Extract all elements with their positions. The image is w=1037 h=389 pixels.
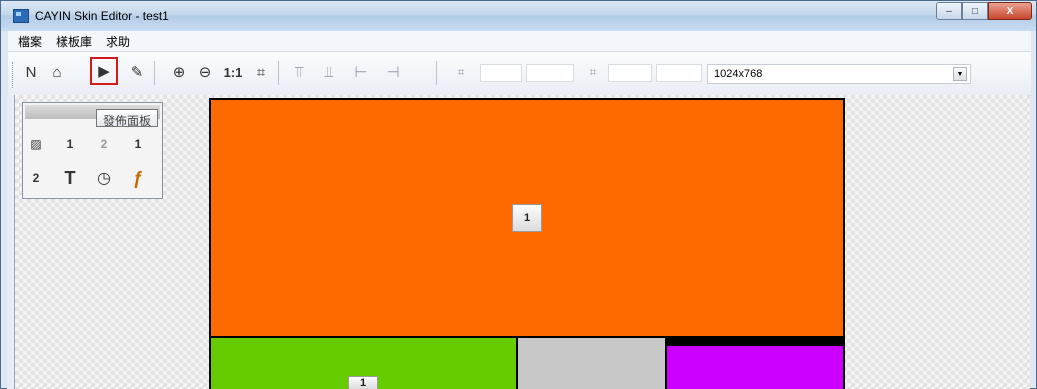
minimize-button[interactable]: – bbox=[936, 2, 962, 20]
align-top-icon[interactable]: ⫪ bbox=[288, 61, 310, 83]
video-1-icon[interactable]: 1 bbox=[59, 133, 81, 155]
zone-black-strip[interactable] bbox=[667, 338, 843, 346]
new-file-icon[interactable]: N bbox=[20, 61, 42, 83]
height-field[interactable] bbox=[526, 64, 574, 82]
zoom-in-icon[interactable]: ⊕ bbox=[168, 61, 190, 83]
flash-icon[interactable]: ƒ bbox=[127, 167, 149, 189]
resolution-value: 1024x768 bbox=[714, 68, 763, 80]
zone-gray[interactable] bbox=[518, 338, 665, 389]
position-icon[interactable]: ⌗ bbox=[582, 61, 604, 83]
size-icon[interactable]: ⌗ bbox=[450, 61, 472, 83]
maximize-button[interactable]: □ bbox=[962, 2, 988, 20]
x-field[interactable] bbox=[608, 64, 652, 82]
width-field[interactable] bbox=[480, 64, 522, 82]
multi-2-icon[interactable]: 2 bbox=[25, 167, 47, 189]
menu-help[interactable]: 求助 bbox=[106, 33, 130, 50]
align-right-icon[interactable]: ⊣ bbox=[382, 61, 404, 83]
toolbar: N ⌂ ▶ ✎ ⊕ ⊖ 1:1 ⌗ ⫪ ⫫ ⊢ ⊣ ⌗ ⌗ 1024x768 ▼ bbox=[8, 52, 1031, 96]
window-title: CAYIN Skin Editor - test1 bbox=[35, 9, 169, 23]
actual-size-icon[interactable]: 1:1 bbox=[222, 61, 244, 83]
tooltip: 發佈面板 bbox=[96, 109, 159, 128]
fit-screen-icon[interactable]: ⌗ bbox=[250, 61, 272, 83]
app-icon bbox=[13, 9, 29, 23]
publish-icon[interactable]: ▶ bbox=[90, 57, 118, 85]
title-bar: CAYIN Skin Editor - test1 – □ X bbox=[1, 1, 1036, 31]
open-folder-icon[interactable]: ⌂ bbox=[46, 61, 68, 83]
video-zone-icon[interactable]: 1 bbox=[512, 204, 542, 232]
pencil-icon[interactable]: ✎ bbox=[126, 61, 148, 83]
vertical-ruler bbox=[7, 95, 15, 389]
zone-purple[interactable] bbox=[667, 346, 843, 389]
clock-icon[interactable]: ◷ bbox=[93, 167, 115, 189]
resolution-select[interactable]: 1024x768 ▼ bbox=[707, 64, 971, 84]
align-left-icon[interactable]: ⊢ bbox=[350, 61, 372, 83]
y-field[interactable] bbox=[656, 64, 702, 82]
multi-zone-icon[interactable]: 1 bbox=[348, 376, 378, 389]
menu-file[interactable]: 檔案 bbox=[18, 33, 42, 50]
align-bottom-icon[interactable]: ⫫ bbox=[318, 61, 340, 83]
chevron-down-icon[interactable]: ▼ bbox=[953, 67, 967, 81]
image-icon[interactable]: ▨ bbox=[25, 133, 47, 155]
toolbar-grip[interactable] bbox=[12, 62, 15, 88]
video-2-icon[interactable]: 2 bbox=[93, 133, 115, 155]
multi-1-icon[interactable]: 1 bbox=[127, 133, 149, 155]
zoom-out-icon[interactable]: ⊖ bbox=[194, 61, 216, 83]
menu-bar: 檔案 樣板庫 求助 bbox=[8, 31, 1031, 52]
menu-template-library[interactable]: 樣板庫 bbox=[56, 33, 92, 50]
text-icon[interactable]: T bbox=[59, 167, 81, 189]
close-button[interactable]: X bbox=[988, 2, 1032, 20]
